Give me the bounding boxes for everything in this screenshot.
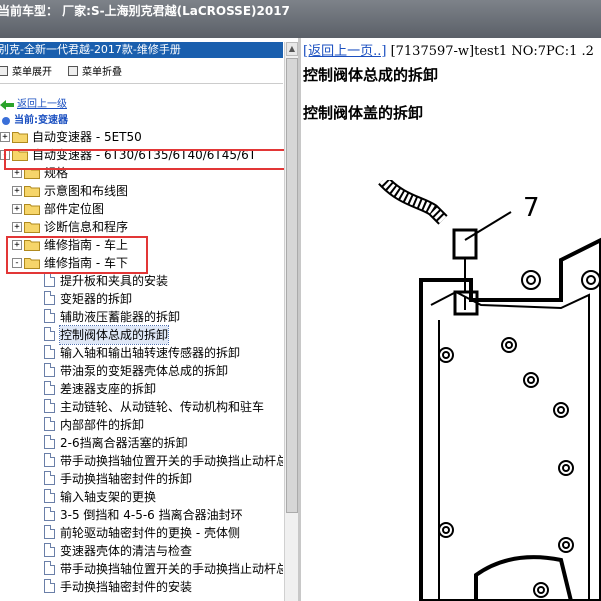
window-title: 当前车型： 厂家:S-上海别克君越(LaCROSSE)2017 (0, 4, 290, 18)
tree-item-label[interactable]: 手动换挡轴密封件的安装 (60, 578, 192, 596)
document-icon (44, 345, 55, 359)
expand-icon (0, 66, 8, 76)
tree-item-label[interactable]: 内部部件的拆卸 (60, 416, 144, 434)
document-icon (44, 543, 55, 557)
document-info: [7137597-w]test1 NO:7PC:1 .2 (390, 44, 594, 59)
tree-toolbar: 菜单展开 菜单折叠 (0, 61, 283, 79)
tree-item-label[interactable]: 带手动换挡轴位置开关的手动换挡止动杆总 (60, 560, 283, 578)
collapse-menu-button[interactable]: 菜单折叠 (68, 63, 122, 78)
expand-node-icon[interactable]: + (12, 222, 22, 232)
tree-item-label[interactable]: 带手动换挡轴位置开关的手动换挡止动杆总 (60, 452, 283, 470)
document-pane: [返回上一页..] [7137597-w]test1 NO:7PC:1 .2 控… (301, 38, 601, 601)
valve-body-cover-diagram: 7 (378, 180, 601, 601)
scroll-thumb[interactable] (286, 58, 298, 513)
collapse-icon (68, 66, 78, 76)
document-icon (44, 273, 55, 287)
document-icon (44, 489, 55, 503)
expand-menu-button[interactable]: 菜单展开 (0, 63, 52, 78)
tree-item-label[interactable]: 手动换挡轴密封件的拆卸 (60, 470, 192, 488)
document-icon (44, 507, 55, 521)
expand-node-icon[interactable]: + (12, 204, 22, 214)
window-title-bar: 当前车型： 厂家:S-上海别克君越(LaCROSSE)2017 (0, 0, 601, 38)
back-page-link[interactable]: [返回上一页..] (303, 44, 386, 59)
tree-item-label[interactable]: 辅助液压蓄能器的拆卸 (60, 308, 180, 326)
section-title: 控制阀体盖的拆卸 (303, 104, 424, 122)
highlight-box-service-guides (6, 236, 148, 274)
tree-item-label[interactable]: 自动变速器 - 5ET50 (32, 128, 142, 146)
highlight-box-transmission (4, 149, 286, 170)
tree-item-label[interactable]: 部件定位图 (44, 200, 104, 218)
expand-node-icon[interactable]: + (12, 186, 22, 196)
tree-item-label[interactable]: 主动链轮、从动链轮、传动机构和驻车 (60, 398, 264, 416)
folder-icon (24, 186, 40, 197)
divider (0, 83, 283, 84)
tree-item-label[interactable]: 变矩器的拆卸 (60, 290, 132, 308)
document-icon (44, 417, 55, 431)
document-icon (44, 435, 55, 449)
location-icon (2, 117, 10, 125)
scroll-up-arrow[interactable]: ▲ (286, 42, 298, 56)
tree-item-label[interactable]: 2-6挡离合器活塞的拆卸 (60, 434, 188, 452)
document-icon (44, 525, 55, 539)
tree-item-label[interactable]: 变速器壳体的清洁与检查 (60, 542, 192, 560)
tree-item-label[interactable]: 前轮驱动轴密封件的更换 - 壳体侧 (60, 524, 240, 542)
tree-item-label[interactable]: 示意图和布线图 (44, 182, 128, 200)
document-icon (44, 363, 55, 377)
document-icon (44, 453, 55, 467)
folder-icon (24, 222, 40, 233)
document-icon (44, 579, 55, 593)
document-icon (44, 291, 55, 305)
tree-item-label[interactable]: 提升板和夹具的安装 (60, 272, 168, 290)
tree-item-label[interactable]: 控制阀体总成的拆卸 (58, 325, 170, 345)
callout-number: 7 (523, 193, 540, 223)
navigation-pane: 别克-全新一代君越-2017款-维修手册 菜单展开 菜单折叠 返回上一级 当前:… (0, 38, 283, 601)
expand-node-icon[interactable]: + (0, 132, 10, 142)
document-icon (44, 309, 55, 323)
back-arrow-icon (0, 100, 14, 110)
document-icon (44, 327, 55, 341)
document-icon (44, 381, 55, 395)
page-title: 控制阀体总成的拆卸 (303, 66, 439, 84)
folder-icon (24, 204, 40, 215)
tree-item-label[interactable]: 诊断信息和程序 (44, 218, 128, 236)
tree-item-label[interactable]: 3-5 倒挡和 4-5-6 挡离合器油封环 (60, 506, 243, 524)
document-icon (44, 561, 55, 575)
tree-item-label[interactable]: 输入轴和输出轴转速传感器的拆卸 (60, 344, 240, 362)
tree-item-label[interactable]: 带油泵的变矩器壳体总成的拆卸 (60, 362, 228, 380)
tree-item-label[interactable]: 差速器支座的拆卸 (60, 380, 156, 398)
pane-title: 别克-全新一代君越-2017款-维修手册 (0, 42, 283, 58)
tree-item-label[interactable]: 输入轴支架的更换 (60, 488, 156, 506)
tree-scrollbar[interactable]: ▲ (284, 42, 299, 601)
folder-icon (12, 132, 28, 143)
document-header: [返回上一页..] [7137597-w]test1 NO:7PC:1 .2 (303, 40, 594, 59)
document-icon (44, 471, 55, 485)
document-icon (44, 399, 55, 413)
